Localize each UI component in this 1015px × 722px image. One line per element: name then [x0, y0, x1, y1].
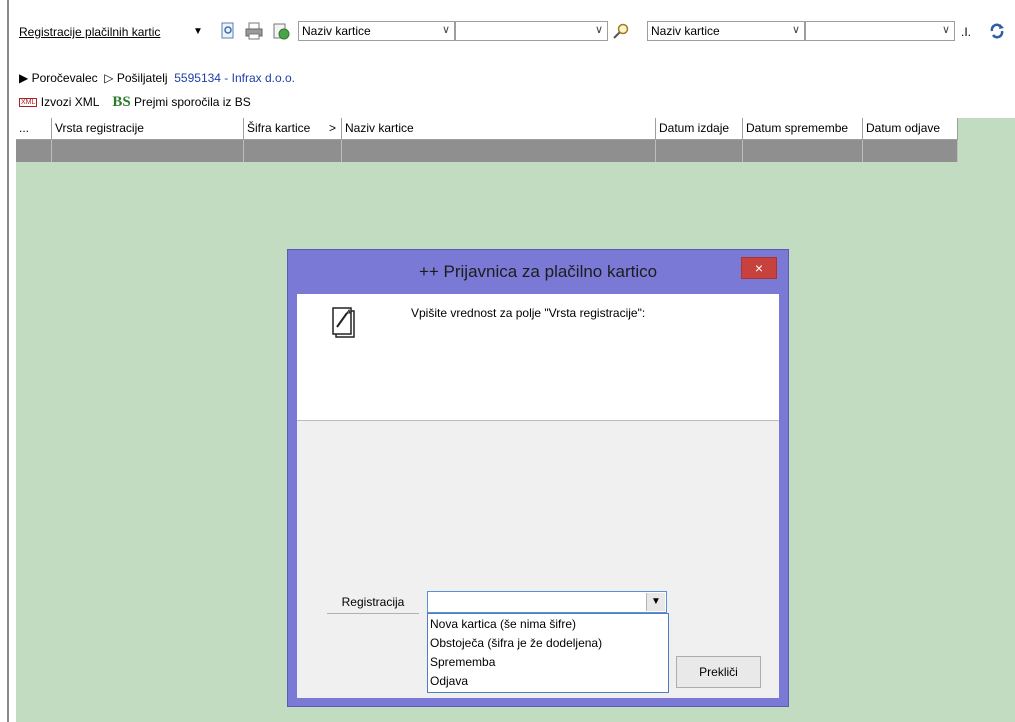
chevron-down-icon: ∨ — [594, 24, 603, 36]
close-button[interactable]: × — [741, 257, 777, 279]
document-edit-icon — [332, 307, 355, 338]
bs-icon[interactable]: BS — [112, 94, 130, 110]
column-header[interactable]: Datum izdaje — [656, 118, 743, 140]
chevron-down-icon: ∨ — [941, 24, 950, 36]
sort-indicator[interactable]: > — [326, 118, 342, 140]
column-header[interactable]: ... — [16, 118, 52, 140]
column-header[interactable]: Datum odjave — [863, 118, 958, 140]
module-title-link[interactable]: Registracije plačilnih kartic — [19, 25, 160, 39]
export-icon[interactable] — [272, 22, 290, 40]
column-header[interactable]: Šifra kartice — [244, 118, 326, 140]
registration-dropdown: Nova kartica (še nima šifre) Obstoječa (… — [427, 613, 669, 693]
dropdown-option[interactable]: Odjava — [430, 672, 668, 691]
column-header[interactable]: Vrsta registracije — [52, 118, 244, 140]
cancel-button[interactable]: Prekliči — [676, 656, 761, 688]
company-link[interactable]: 5595134 - Infrax d.o.o. — [174, 71, 295, 85]
search-icon[interactable] — [612, 22, 630, 40]
chevron-down-icon: ∨ — [441, 24, 450, 36]
search-value-input-1[interactable]: ∨ — [455, 21, 608, 41]
registration-select[interactable]: ▼ — [427, 591, 667, 613]
table-row[interactable] — [16, 140, 958, 162]
dialog-header-panel: Vpišite vrednost za polje "Vrsta registr… — [297, 294, 779, 421]
dialog-title: ++ Prijavnica za plačilno kartico — [418, 262, 658, 281]
search-field-select-1[interactable]: Naziv kartice ∨ — [298, 21, 455, 41]
dialog-prompt: Vpišite vrednost za polje "Vrsta registr… — [411, 306, 646, 320]
column-header[interactable]: Naziv kartice — [342, 118, 656, 140]
dropdown-option[interactable]: Sprememba — [430, 653, 668, 672]
search-field-select-2[interactable]: Naziv kartice ∨ — [647, 21, 805, 41]
xml-icon[interactable]: XML — [19, 98, 38, 108]
breadcrumb: ▶ Poročevalec ▷ Pošiljatelj 5595134 - In… — [19, 71, 295, 85]
receive-messages-button[interactable]: Prejmi sporočila iz BS — [134, 95, 251, 109]
nav-item-posiljatelj[interactable]: Pošiljatelj — [117, 71, 168, 85]
search-value-input-2[interactable]: ∨ — [805, 21, 955, 41]
registration-label: Registracija — [327, 593, 419, 614]
grid-header: ... Vrsta registracije Šifra kartice > N… — [16, 118, 958, 140]
left-border — [7, 0, 9, 722]
print-icon[interactable] — [245, 22, 263, 40]
registration-dialog: ++ Prijavnica za plačilno kartico × Vpiš… — [287, 249, 789, 707]
dropdown-option[interactable]: Obstoječa (šifra je že dodeljena) — [430, 634, 668, 653]
dropdown-option[interactable]: Nova kartica (še nima šifre) — [430, 615, 668, 634]
nav-item-porocevalec[interactable]: Poročevalec — [32, 71, 98, 85]
play-right-outline-icon: ▷ — [104, 71, 114, 85]
preview-icon[interactable] — [219, 22, 237, 40]
chevron-down-icon[interactable]: ▼ — [646, 593, 665, 611]
play-right-icon: ▶ — [19, 71, 29, 85]
refresh-icon[interactable] — [988, 22, 1006, 40]
actions-bar: XML Izvozi XML BS Prejmi sporočila iz BS — [19, 94, 251, 111]
export-xml-button[interactable]: Izvozi XML — [41, 95, 99, 109]
column-header[interactable]: Datum spremembe — [743, 118, 863, 140]
chevron-down-icon: ∨ — [791, 24, 800, 36]
chevron-down-icon[interactable]: ▼ — [193, 26, 203, 37]
options-text[interactable]: .I. — [961, 25, 971, 39]
